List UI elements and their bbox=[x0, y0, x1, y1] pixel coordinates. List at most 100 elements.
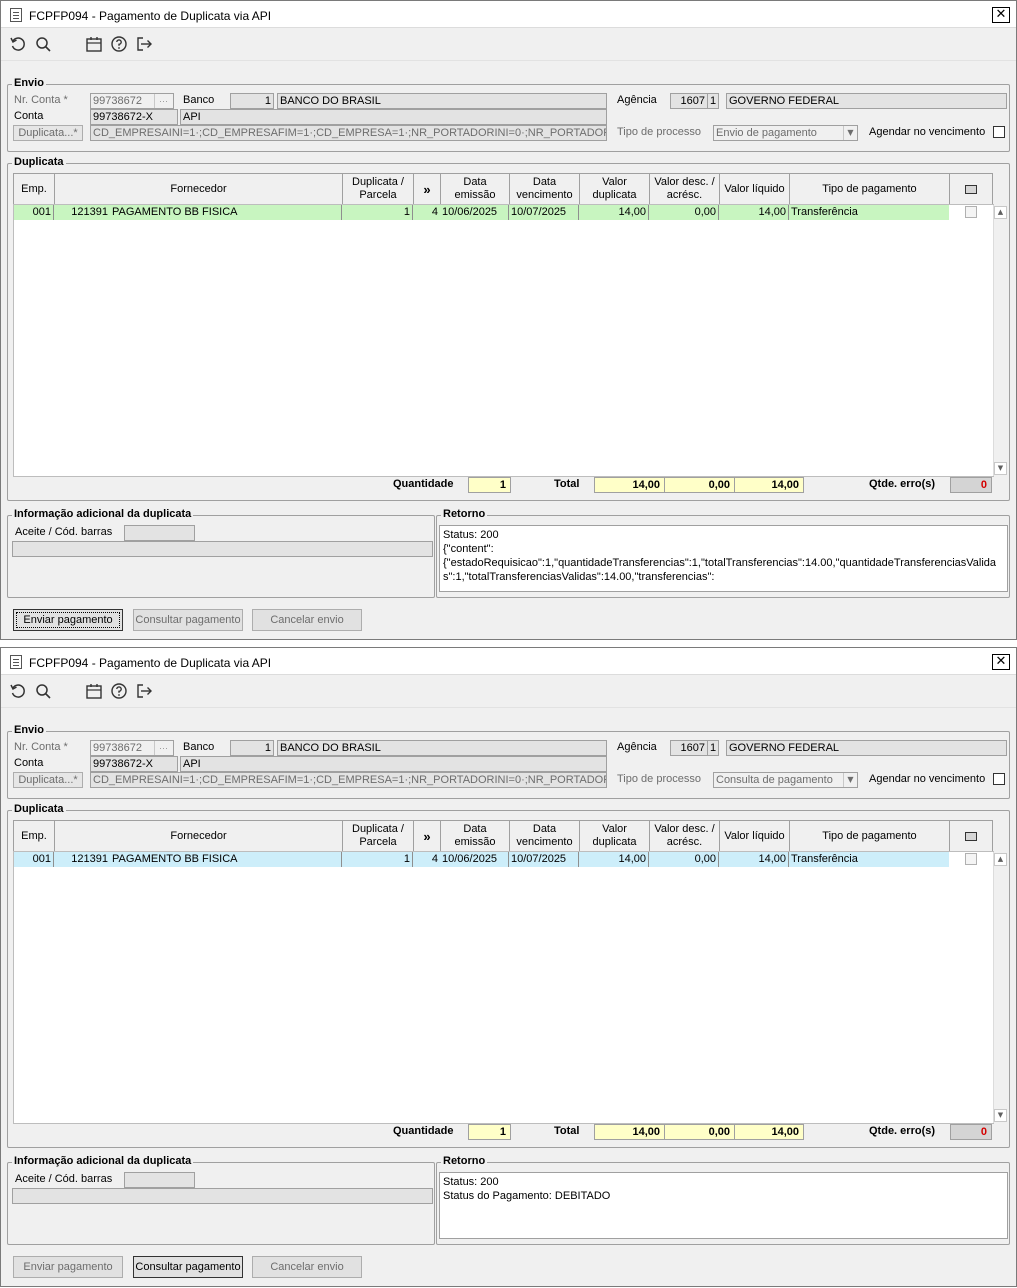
col-valor-duplicata[interactable]: Valor duplicata bbox=[579, 820, 650, 852]
total-desc-field: 0,00 bbox=[664, 1124, 735, 1140]
col-select-all[interactable] bbox=[949, 820, 993, 852]
total-label: Total bbox=[554, 1125, 580, 1137]
refresh-icon[interactable] bbox=[9, 35, 27, 53]
col-valor-desc[interactable]: Valor desc. / acrésc. bbox=[649, 820, 720, 852]
scroll-down-icon[interactable]: ▼ bbox=[994, 1109, 1007, 1122]
total-liquido-field: 14,00 bbox=[734, 477, 804, 493]
cancelar-envio-button[interactable]: Cancelar envio bbox=[252, 1256, 362, 1278]
col-tipo-pagamento[interactable]: Tipo de pagamento bbox=[789, 820, 950, 852]
cell-data-vencimento: 10/07/2025 bbox=[509, 852, 579, 867]
calendar-icon[interactable] bbox=[85, 682, 103, 700]
exit-icon[interactable] bbox=[135, 682, 153, 700]
filter-field: CD_EMPRESAINI=1·;CD_EMPRESAFIM=1·;CD_EMP… bbox=[90, 125, 607, 141]
col-data-emissao[interactable]: Data emissão bbox=[440, 173, 510, 205]
window-title: FCPFP094 - Pagamento de Duplicata via AP… bbox=[29, 656, 272, 670]
total-label: Total bbox=[554, 478, 580, 490]
scroll-up-icon[interactable]: ▲ bbox=[994, 206, 1007, 219]
search-icon[interactable] bbox=[34, 682, 52, 700]
toolbar bbox=[1, 29, 1016, 61]
grid-scrollbar[interactable]: ▲ ▼ bbox=[993, 852, 1007, 1123]
enviar-pagamento-button[interactable]: Enviar pagamento bbox=[13, 609, 123, 631]
conta-desc-field: API bbox=[180, 756, 607, 772]
consultar-pagamento-button[interactable]: Consultar pagamento bbox=[133, 609, 243, 631]
cancelar-envio-button[interactable]: Cancelar envio bbox=[252, 609, 362, 631]
col-valor-desc[interactable]: Valor desc. / acrésc. bbox=[649, 173, 720, 205]
tipo-processo-select[interactable]: Envio de pagamento ▼ bbox=[713, 125, 858, 141]
retorno-textarea[interactable]: Status: 200 {"content": {"estadoRequisic… bbox=[439, 525, 1008, 592]
duplicata-button[interactable]: Duplicata...* bbox=[13, 772, 83, 788]
col-valor-duplicata[interactable]: Valor duplicata bbox=[579, 173, 650, 205]
cell-parcela: 4 bbox=[431, 853, 438, 865]
tipo-processo-label: Tipo de processo bbox=[617, 126, 701, 138]
col-duplicata-parcela[interactable]: Duplicata / Parcela bbox=[342, 173, 414, 205]
tipo-processo-select[interactable]: Consulta de pagamento ▼ bbox=[713, 772, 858, 788]
exit-icon[interactable] bbox=[135, 35, 153, 53]
retorno-group-label: Retorno bbox=[441, 508, 488, 520]
aceite-label: Aceite / Cód. barras bbox=[15, 1173, 113, 1185]
col-valor-liquido[interactable]: Valor líquido bbox=[719, 820, 790, 852]
nr-conta-value: 99738672 bbox=[93, 95, 142, 107]
scroll-down-icon[interactable]: ▼ bbox=[994, 462, 1007, 475]
total-duplicata-field: 14,00 bbox=[594, 1124, 665, 1140]
envio-group-label: Envio bbox=[12, 77, 46, 89]
search-icon[interactable] bbox=[34, 35, 52, 53]
agencia-name-field: GOVERNO FEDERAL bbox=[726, 93, 1007, 109]
nr-conta-field[interactable]: 99738672 ⋯ bbox=[90, 740, 174, 756]
agendar-checkbox[interactable] bbox=[993, 773, 1005, 785]
col-fornecedor[interactable]: Fornecedor bbox=[54, 173, 343, 205]
grid-scrollbar[interactable]: ▲ ▼ bbox=[993, 205, 1007, 476]
help-icon[interactable] bbox=[110, 682, 128, 700]
nr-conta-label: Nr. Conta * bbox=[14, 741, 68, 753]
agencia-label: Agência bbox=[617, 741, 657, 753]
banco-code-field: 1 bbox=[230, 93, 274, 109]
chevron-down-icon: ▼ bbox=[843, 126, 857, 140]
cell-tipo-pagamento: Transferência bbox=[791, 853, 858, 865]
col-fornecedor[interactable]: Fornecedor bbox=[54, 820, 343, 852]
quantidade-field: 1 bbox=[468, 1124, 511, 1140]
retorno-textarea[interactable]: Status: 200 Status do Pagamento: DEBITAD… bbox=[439, 1172, 1008, 1239]
app-icon bbox=[10, 655, 22, 669]
erros-field: 0 bbox=[950, 477, 992, 493]
agencia-name-field: GOVERNO FEDERAL bbox=[726, 740, 1007, 756]
col-select-all[interactable] bbox=[949, 173, 993, 205]
row-checkbox[interactable] bbox=[965, 853, 977, 865]
aceite-field bbox=[124, 1172, 195, 1188]
agendar-checkbox[interactable] bbox=[993, 126, 1005, 138]
col-data-vencimento[interactable]: Data vencimento bbox=[509, 173, 580, 205]
calendar-icon[interactable] bbox=[85, 35, 103, 53]
close-icon[interactable]: ✕ bbox=[992, 7, 1010, 23]
col-expand[interactable]: » bbox=[413, 820, 441, 852]
cod-barras-field bbox=[12, 1188, 433, 1204]
col-data-vencimento[interactable]: Data vencimento bbox=[509, 820, 580, 852]
cell-parcela: 4 bbox=[431, 206, 438, 218]
refresh-icon[interactable] bbox=[9, 682, 27, 700]
duplicata-button[interactable]: Duplicata...* bbox=[13, 125, 83, 141]
consultar-pagamento-button[interactable]: Consultar pagamento bbox=[133, 1256, 243, 1278]
quantidade-label: Quantidade bbox=[393, 1125, 454, 1137]
cell-valor-liquido: 14,00 bbox=[719, 852, 789, 867]
close-icon[interactable]: ✕ bbox=[992, 654, 1010, 670]
col-duplicata-parcela[interactable]: Duplicata / Parcela bbox=[342, 820, 414, 852]
col-data-emissao[interactable]: Data emissão bbox=[440, 820, 510, 852]
cell-duplicata: 1 bbox=[342, 852, 413, 867]
enviar-pagamento-button[interactable]: Enviar pagamento bbox=[13, 1256, 123, 1278]
row-checkbox[interactable] bbox=[965, 206, 977, 218]
conta-field: 99738672-X bbox=[90, 756, 178, 772]
nr-conta-label: Nr. Conta * bbox=[14, 94, 68, 106]
agencia-label: Agência bbox=[617, 94, 657, 106]
col-emp[interactable]: Emp. bbox=[13, 820, 55, 852]
nr-conta-field[interactable]: 99738672 ⋯ bbox=[90, 93, 174, 109]
lookup-icon[interactable]: ⋯ bbox=[154, 94, 172, 108]
quantidade-label: Quantidade bbox=[393, 478, 454, 490]
col-expand[interactable]: » bbox=[413, 173, 441, 205]
scroll-up-icon[interactable]: ▲ bbox=[994, 853, 1007, 866]
agencia-code-field: 1607 bbox=[670, 740, 708, 756]
lookup-icon[interactable]: ⋯ bbox=[154, 741, 172, 755]
banco-label: Banco bbox=[183, 94, 215, 106]
col-valor-liquido[interactable]: Valor líquido bbox=[719, 173, 790, 205]
col-tipo-pagamento[interactable]: Tipo de pagamento bbox=[789, 173, 950, 205]
help-icon[interactable] bbox=[110, 35, 128, 53]
select-all-icon[interactable] bbox=[965, 831, 977, 841]
col-emp[interactable]: Emp. bbox=[13, 173, 55, 205]
select-all-icon[interactable] bbox=[965, 184, 977, 194]
